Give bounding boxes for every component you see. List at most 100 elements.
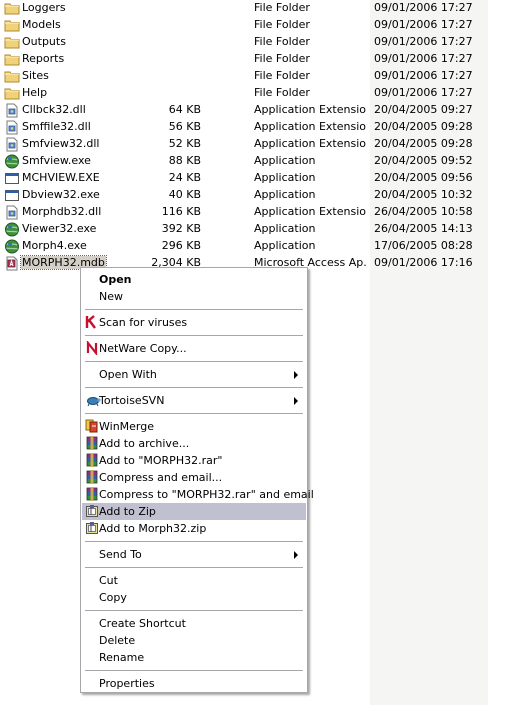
submenu-arrow-icon — [294, 397, 298, 405]
menu-item-label: Add to "MORPH32.rar" — [99, 454, 223, 467]
file-name[interactable]: Morph4.exe — [22, 239, 87, 252]
file-row[interactable]: Dbview32.exe 40 KB Application 20/04/2005 1… — [0, 187, 480, 204]
menu-item-compress-to-morph32-rar-and-email[interactable]: Compress to "MORPH32.rar" and email — [82, 486, 314, 503]
app-window-icon — [4, 171, 20, 186]
file-type: Application Extension — [254, 205, 366, 218]
tortoise-icon — [85, 393, 101, 407]
folder-icon — [4, 86, 20, 101]
menu-item-add-to-morph32-zip[interactable]: Add to Morph32.zip — [82, 520, 306, 537]
file-row[interactable]: Viewer32.exe 392 KB Application 26/04/2005 … — [0, 221, 480, 238]
file-name[interactable]: Help — [22, 86, 47, 99]
file-date-modified: 09/01/2006 17:27 — [374, 1, 473, 14]
menu-item-netware-copy[interactable]: NetWare Copy... — [82, 339, 306, 357]
dll-icon — [4, 205, 20, 220]
file-row[interactable]: Smfview.exe 88 KB Application 20/04/2005 09… — [0, 153, 480, 170]
file-name[interactable]: Smffile32.dll — [22, 120, 91, 133]
menu-item-open-with[interactable]: Open With — [82, 366, 306, 383]
globe-app-icon — [4, 154, 20, 169]
file-row[interactable]: Reports File Folder 09/01/2006 17:27 — [0, 51, 480, 68]
file-name[interactable]: Smfview.exe — [22, 154, 91, 167]
file-type: Application — [254, 239, 316, 252]
file-date-modified: 09/01/2006 17:27 — [374, 52, 473, 65]
menu-item-label: TortoiseSVN — [99, 394, 165, 407]
menu-item-label: Add to Zip — [99, 505, 156, 518]
file-date-modified: 17/06/2005 08:28 — [374, 239, 473, 252]
netware-n-icon — [85, 339, 99, 357]
file-row[interactable]: Help File Folder 09/01/2006 17:27 — [0, 85, 480, 102]
file-row[interactable]: Smfview32.dll 52 KB Application Extension 2… — [0, 136, 480, 153]
menu-item-add-to-zip[interactable]: Add to Zip — [82, 503, 306, 520]
menu-item-copy[interactable]: Copy — [82, 589, 306, 606]
file-name[interactable]: MCHVIEW.EXE — [22, 171, 100, 184]
menu-item-winmerge[interactable]: WinMerge — [82, 418, 306, 435]
file-size: 64 KB — [168, 103, 201, 116]
winzip-icon — [85, 521, 99, 535]
menu-item-compress-and-email[interactable]: Compress and email... — [82, 469, 306, 486]
file-row[interactable]: MCHVIEW.EXE 24 KB Application 20/04/2005 09… — [0, 170, 480, 187]
file-date-modified: 09/01/2006 17:27 — [374, 18, 473, 31]
menu-item-send-to[interactable]: Send To — [82, 546, 306, 563]
file-name[interactable]: Viewer32.exe — [22, 222, 96, 235]
file-date-modified: 20/04/2005 09:28 — [374, 137, 473, 150]
file-date-modified: 09/01/2006 17:27 — [374, 86, 473, 99]
file-size: 392 KB — [161, 222, 201, 235]
file-name[interactable]: Morphdb32.dll — [22, 205, 101, 218]
menu-item-create-shortcut[interactable]: Create Shortcut — [82, 615, 306, 632]
menu-separator — [85, 567, 303, 568]
folder-icon — [4, 1, 20, 16]
file-name[interactable]: Cllbck32.dll — [22, 103, 86, 116]
file-row[interactable]: Outputs File Folder 09/01/2006 17:27 — [0, 34, 480, 51]
file-name[interactable]: Smfview32.dll — [22, 137, 100, 150]
file-row[interactable]: Loggers File Folder 09/01/2006 17:27 — [0, 0, 480, 17]
menu-item-label: Send To — [99, 548, 142, 561]
file-type: Application Extension — [254, 103, 366, 116]
menu-item-new[interactable]: New — [82, 288, 306, 305]
folder-icon — [4, 18, 20, 33]
file-date-modified: 26/04/2005 10:58 — [374, 205, 473, 218]
menu-item-add-to-morph32-rar[interactable]: Add to "MORPH32.rar" — [82, 452, 306, 469]
file-name[interactable]: Outputs — [22, 35, 66, 48]
file-type: File Folder — [254, 86, 310, 99]
file-name[interactable]: Models — [22, 18, 61, 31]
file-name[interactable]: Reports — [22, 52, 64, 65]
file-row[interactable]: Sites File Folder 09/01/2006 17:27 — [0, 68, 480, 85]
menu-item-label: Add to Morph32.zip — [99, 522, 207, 535]
file-type: File Folder — [254, 69, 310, 82]
file-row[interactable]: Models File Folder 09/01/2006 17:27 — [0, 17, 480, 34]
dll-icon — [4, 120, 20, 135]
file-type: Application — [254, 222, 316, 235]
menu-item-delete[interactable]: Delete — [82, 632, 306, 649]
file-name[interactable]: Loggers — [22, 1, 66, 14]
file-date-modified: 09/01/2006 17:27 — [374, 69, 473, 82]
menu-item-label: Cut — [99, 574, 118, 587]
file-type: Application Extension — [254, 137, 366, 150]
antivirus-k-icon — [85, 315, 99, 329]
file-row[interactable]: Smffile32.dll 56 KB Application Extension 2… — [0, 119, 480, 136]
globe-app-icon — [4, 222, 20, 237]
file-type: File Folder — [254, 35, 310, 48]
menu-item-scan-for-viruses[interactable]: Scan for viruses — [82, 314, 306, 331]
menu-item-add-to-archive[interactable]: Add to archive... — [82, 435, 306, 452]
winrar-icon — [85, 453, 99, 467]
file-row[interactable]: Morph4.exe 296 KB Application 17/06/2005 08… — [0, 238, 480, 255]
access-db-icon — [4, 256, 20, 271]
winrar-icon — [85, 487, 99, 501]
file-date-modified: 20/04/2005 09:52 — [374, 154, 473, 167]
menu-item-label: Rename — [99, 651, 145, 664]
menu-item-properties[interactable]: Properties — [82, 675, 306, 692]
menu-item-label: Copy — [99, 591, 127, 604]
menu-item-tortoisesvn[interactable]: TortoiseSVN — [82, 392, 306, 409]
file-row[interactable]: Morphdb32.dll 116 KB Application Extension… — [0, 204, 480, 221]
menu-item-label: Compress and email... — [99, 471, 223, 484]
folder-icon — [4, 52, 20, 67]
file-type: File Folder — [254, 52, 310, 65]
file-row[interactable]: Cllbck32.dll 64 KB Application Extension 20… — [0, 102, 480, 119]
menu-item-label: Create Shortcut — [99, 617, 186, 630]
menu-item-rename[interactable]: Rename — [82, 649, 306, 666]
file-name[interactable]: Sites — [22, 69, 49, 82]
dll-icon — [4, 103, 20, 118]
file-type: File Folder — [254, 1, 310, 14]
menu-item-cut[interactable]: Cut — [82, 572, 306, 589]
file-name[interactable]: Dbview32.exe — [22, 188, 100, 201]
menu-item-open[interactable]: Open — [82, 271, 306, 288]
